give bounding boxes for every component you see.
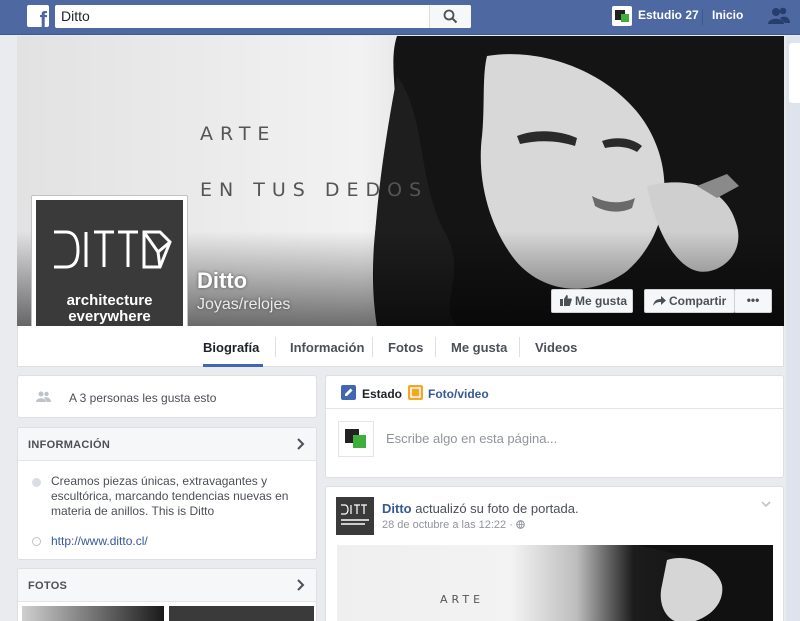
tab-divider <box>372 337 373 357</box>
nav-divider <box>702 9 703 25</box>
photo-thumbnail[interactable] <box>169 606 314 621</box>
ditto-wordmark-icon <box>54 230 172 269</box>
like-page-button[interactable]: Me gusta <box>551 289 633 313</box>
page-avatar-icon <box>615 10 629 22</box>
timeline-post: Ditto actualizó su foto de portada. 28 d… <box>325 486 784 621</box>
composer-avatar <box>338 421 374 457</box>
top-navigation-bar: f Ditto Estudio 27 Inicio <box>0 0 800 35</box>
tab-divider <box>519 337 520 357</box>
tab-me-gusta[interactable]: Me gusta <box>451 340 507 355</box>
page-likes-card: A 3 personas les gusta esto <box>17 375 317 418</box>
page-title[interactable]: Ditto <box>197 268 247 294</box>
selected-tab-indicator <box>203 364 263 367</box>
tab-informacion[interactable]: Información <box>290 340 364 355</box>
composer-input[interactable]: Escribe algo en esta página... <box>386 431 557 446</box>
photos-card: FOTOS <box>17 568 317 621</box>
composer-tabs: Estado Foto/video <box>326 376 783 409</box>
facebook-logo-icon[interactable]: f <box>27 5 49 27</box>
cover-text-line1: ARTE <box>200 123 277 145</box>
chevron-right-icon[interactable] <box>297 579 305 591</box>
post-author-avatar[interactable] <box>336 497 374 535</box>
tab-divider <box>435 337 436 357</box>
ditto-wordmark-icon <box>341 504 369 525</box>
post-header: Ditto actualizó su foto de portada. <box>382 501 579 516</box>
tab-videos[interactable]: Videos <box>535 340 577 355</box>
home-link[interactable]: Inicio <box>712 8 743 22</box>
page-category[interactable]: Joyas/relojes <box>197 296 290 314</box>
cover-portrait-image <box>637 545 773 621</box>
info-icon <box>32 478 41 487</box>
photo-thumbnail[interactable] <box>22 606 164 621</box>
like-button-label: Me gusta <box>575 294 628 308</box>
search-input[interactable]: Ditto <box>61 8 90 24</box>
more-dots-icon: ••• <box>746 293 760 307</box>
search-box[interactable]: Ditto <box>55 5 471 28</box>
photos-header[interactable]: FOTOS <box>18 569 316 602</box>
post-photo[interactable]: ARTE <box>337 545 773 621</box>
tab-estado[interactable]: Estado <box>362 387 402 401</box>
cover-text-line2: EN TUS DEDOS <box>200 179 429 201</box>
search-icon <box>443 9 458 24</box>
share-button-label: Compartir <box>669 294 727 308</box>
search-button[interactable] <box>429 5 471 28</box>
share-arrow-icon <box>653 296 666 306</box>
page-tabs: Biografía Información Fotos Me gusta Vid… <box>17 326 784 367</box>
friends-icon[interactable] <box>768 6 790 26</box>
post-action-text: actualizó su foto de portada. <box>415 501 579 516</box>
about-title: INFORMACIÓN <box>28 439 111 451</box>
chevron-down-icon[interactable] <box>761 501 771 508</box>
people-icon <box>36 391 51 402</box>
post-timestamp[interactable]: 28 de octubre a las 12:22 · <box>382 519 525 531</box>
chat-sidebar-tab[interactable] <box>789 43 800 103</box>
photos-title: FOTOS <box>28 580 68 592</box>
chevron-right-icon[interactable] <box>297 438 305 450</box>
post-author-link[interactable]: Ditto <box>382 501 412 516</box>
globe-icon <box>516 520 525 529</box>
about-card: INFORMACIÓN Creamos piezas únicas, extra… <box>17 427 317 560</box>
profile-tagline-line1: architecture <box>66 292 153 309</box>
share-button[interactable]: Compartir <box>644 289 735 313</box>
pencil-icon <box>341 385 356 400</box>
tab-foto-video[interactable]: Foto/video <box>428 387 489 401</box>
post-photo-text: ARTE <box>440 593 485 606</box>
page-likes-count[interactable]: A 3 personas les gusta esto <box>69 391 216 405</box>
tab-divider <box>275 337 276 357</box>
profile-tagline-line2: everywhere <box>68 308 151 325</box>
right-gutter <box>786 36 800 621</box>
website-link[interactable]: http://www.ditto.cl/ <box>51 534 148 548</box>
about-description: Creamos piezas únicas, extravagantes y e… <box>51 474 289 518</box>
thumbs-up-icon <box>560 295 572 306</box>
about-header[interactable]: INFORMACIÓN <box>18 428 316 461</box>
photo-icon <box>408 385 423 400</box>
tab-biografia[interactable]: Biografía <box>203 340 259 355</box>
user-avatar[interactable] <box>612 6 632 26</box>
tab-fotos[interactable]: Fotos <box>388 340 423 355</box>
more-options-button[interactable]: ••• <box>734 289 772 313</box>
globe-icon <box>32 537 41 546</box>
user-name-link[interactable]: Estudio 27 <box>638 8 699 22</box>
page-avatar-icon <box>345 429 366 448</box>
post-composer: Estado Foto/video Escribe algo en esta p… <box>325 375 784 478</box>
